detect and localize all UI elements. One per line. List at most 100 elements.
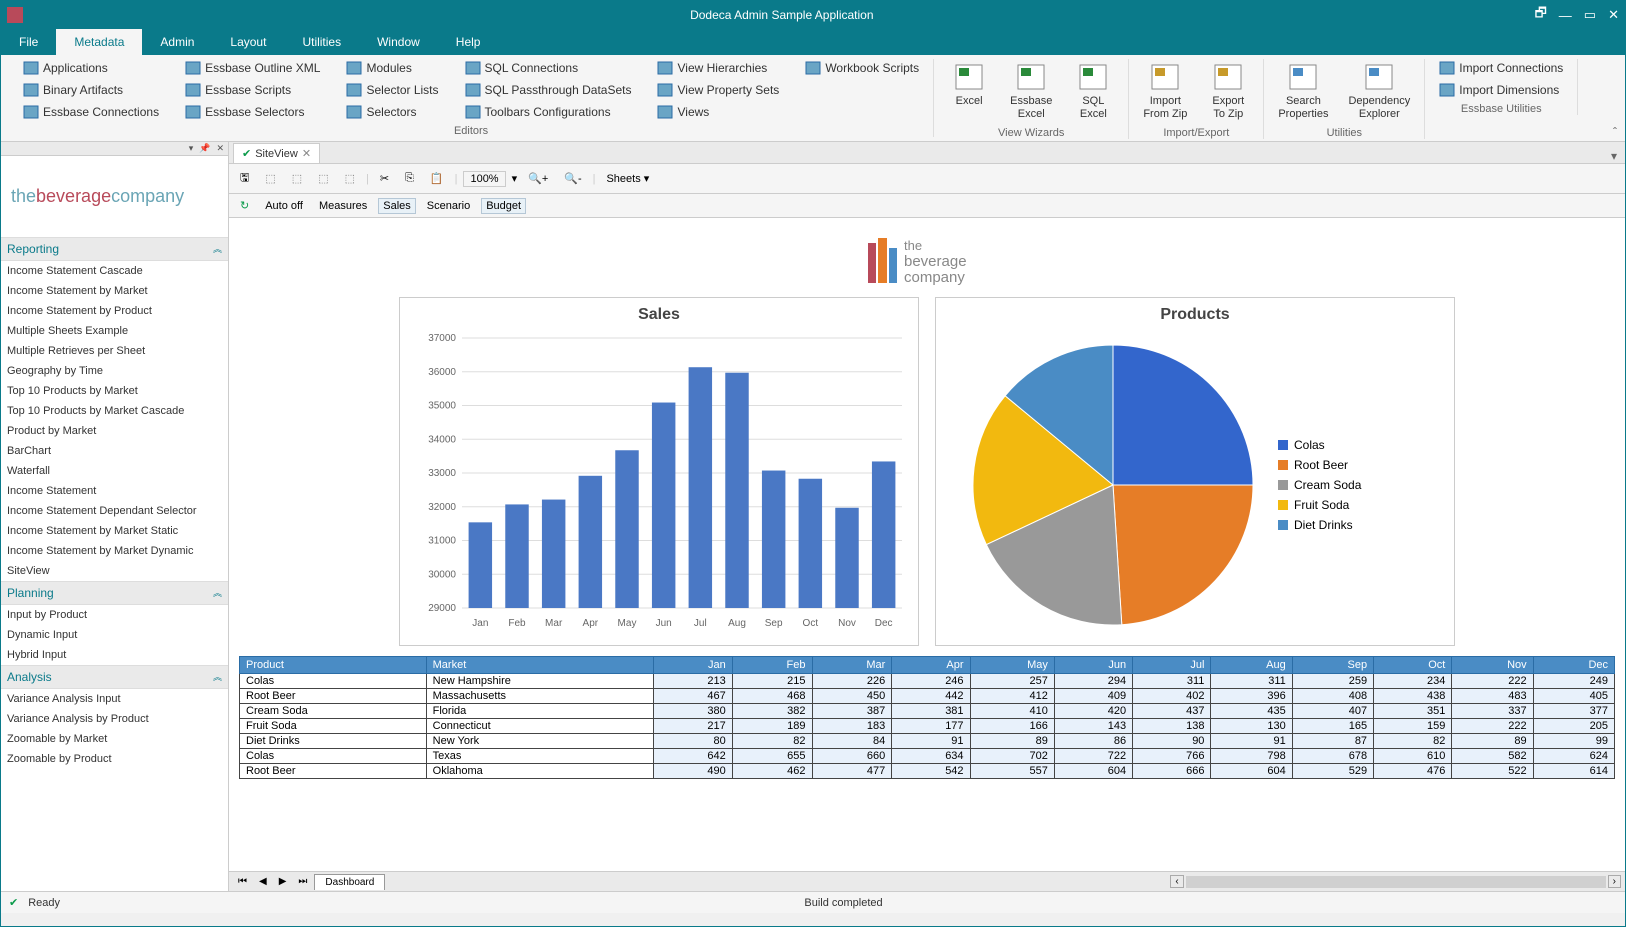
ribbon-big-export-to-zip[interactable]: ExportTo Zip	[1203, 59, 1253, 123]
ribbon-import-dimensions[interactable]: Import Dimensions	[1435, 81, 1567, 99]
tb-zoomin-icon[interactable]: 🔍+	[523, 170, 553, 187]
ribbon-big-search-properties[interactable]: SearchProperties	[1274, 59, 1332, 123]
sidebar-section-planning[interactable]: Planning︽	[1, 581, 228, 605]
ribbon-big-excel[interactable]: Excel	[944, 59, 994, 123]
tb-nav3-icon[interactable]: ⬚	[313, 170, 333, 187]
sheet-first-icon[interactable]: ⏮	[233, 874, 252, 889]
sidebar-item-variance-analysis-by-product[interactable]: Variance Analysis by Product	[1, 709, 228, 729]
sidebar-item-input-by-product[interactable]: Input by Product	[1, 605, 228, 625]
sidebar-pin-icon[interactable]: 📌	[199, 143, 210, 154]
table-row[interactable]: ColasNew Hampshire2132152262462572943113…	[240, 674, 1615, 689]
tabbar-menu-icon[interactable]: ▾	[1603, 149, 1625, 163]
menu-tab-metadata[interactable]: Metadata	[56, 29, 142, 55]
tb-zoom-drop-icon[interactable]: ▾	[512, 172, 518, 185]
sidebar-item-income-statement-by-market[interactable]: Income Statement by Market	[1, 281, 228, 301]
table-row[interactable]: Fruit SodaConnecticut2171891831771661431…	[240, 719, 1615, 734]
tb-nav1-icon[interactable]: ⬚	[260, 170, 280, 187]
tb-cut-icon[interactable]: ✂	[375, 170, 394, 187]
sidebar-item-geography-by-time[interactable]: Geography by Time	[1, 361, 228, 381]
ribbon-workbook-scripts[interactable]: Workbook Scripts	[801, 59, 923, 77]
menu-tab-file[interactable]: File	[1, 29, 56, 55]
table-row[interactable]: Root BeerOklahoma49046247754255760466660…	[240, 764, 1615, 779]
tb-nav2-icon[interactable]: ⬚	[287, 170, 307, 187]
ribbon-selector-lists[interactable]: Selector Lists	[342, 81, 442, 99]
sidebar-item-hybrid-input[interactable]: Hybrid Input	[1, 645, 228, 665]
menu-tab-layout[interactable]: Layout	[212, 29, 284, 55]
menu-tab-utilities[interactable]: Utilities	[284, 29, 359, 55]
sidebar-item-multiple-retrieves-per-sheet[interactable]: Multiple Retrieves per Sheet	[1, 341, 228, 361]
tb-refresh-icon[interactable]: ↻	[235, 197, 254, 214]
sidebar-close-icon[interactable]: ✕	[216, 143, 224, 154]
sidebar-section-reporting[interactable]: Reporting︽	[1, 237, 228, 261]
sidebar-item-income-statement-by-market-static[interactable]: Income Statement by Market Static	[1, 521, 228, 541]
ribbon-toolbars-configurations[interactable]: Toolbars Configurations	[461, 103, 636, 121]
sidebar-item-dynamic-input[interactable]: Dynamic Input	[1, 625, 228, 645]
sidebar-item-siteview[interactable]: SiteView	[1, 561, 228, 581]
ribbon-views[interactable]: Views	[653, 103, 783, 121]
sidebar-item-income-statement[interactable]: Income Statement	[1, 481, 228, 501]
hscroll-right-icon[interactable]: ›	[1608, 875, 1621, 888]
content-area[interactable]: the beverage company Sales 2900030000310…	[229, 218, 1625, 871]
ribbon-view-hierarchies[interactable]: View Hierarchies	[653, 59, 783, 77]
tb-zoomout-icon[interactable]: 🔍-	[559, 170, 586, 187]
sheet-prev-icon[interactable]: ◀	[254, 874, 272, 889]
sidebar-item-income-statement-cascade[interactable]: Income Statement Cascade	[1, 261, 228, 281]
sidebar-section-analysis[interactable]: Analysis︽	[1, 665, 228, 689]
tab-siteview[interactable]: ✔ SiteView ✕	[233, 143, 320, 163]
sidebar-item-zoomable-by-product[interactable]: Zoomable by Product	[1, 749, 228, 769]
ribbon-applications[interactable]: Applications	[19, 59, 163, 77]
ribbon-import-connections[interactable]: Import Connections	[1435, 59, 1567, 77]
ribbon-big-sql-excel[interactable]: SQLExcel	[1068, 59, 1118, 123]
ribbon-selectors[interactable]: Selectors	[342, 103, 442, 121]
sidebar-item-waterfall[interactable]: Waterfall	[1, 461, 228, 481]
table-row[interactable]: Root BeerMassachusetts467468450442412409…	[240, 689, 1615, 704]
minimize-icon[interactable]: —	[1559, 8, 1572, 23]
sidebar-item-product-by-market[interactable]: Product by Market	[1, 421, 228, 441]
ribbon-essbase-outline-xml[interactable]: Essbase Outline XML	[181, 59, 324, 77]
hscroll-left-icon[interactable]: ‹	[1170, 875, 1183, 888]
sidebar-item-income-statement-dependant-selector[interactable]: Income Statement Dependant Selector	[1, 501, 228, 521]
tb-sheets-dropdown[interactable]: Sheets ▾	[601, 170, 654, 187]
tb-auto-toggle[interactable]: Auto off	[260, 198, 308, 214]
tb-paste-icon[interactable]: 📋	[425, 170, 449, 187]
table-row[interactable]: Cream SodaFlorida38038238738141042043743…	[240, 704, 1615, 719]
sidebar-item-income-statement-by-product[interactable]: Income Statement by Product	[1, 301, 228, 321]
ribbon-essbase-scripts[interactable]: Essbase Scripts	[181, 81, 324, 99]
ribbon-big-dependency-explorer[interactable]: DependencyExplorer	[1344, 59, 1414, 123]
ribbon-essbase-connections[interactable]: Essbase Connections	[19, 103, 163, 121]
ribbon-view-property-sets[interactable]: View Property Sets	[653, 81, 783, 99]
menu-tab-admin[interactable]: Admin	[142, 29, 212, 55]
tb-save-icon[interactable]: 🖫	[235, 167, 254, 190]
ribbon-big-import-from-zip[interactable]: ImportFrom Zip	[1139, 59, 1191, 123]
restore-down-icon[interactable]: 🗗	[1535, 4, 1547, 26]
tb-scenario[interactable]: Scenario	[422, 198, 475, 214]
tab-close-icon[interactable]: ✕	[302, 147, 311, 160]
sidebar-item-barchart[interactable]: BarChart	[1, 441, 228, 461]
ribbon-binary-artifacts[interactable]: Binary Artifacts	[19, 81, 163, 99]
tb-zoom-value[interactable]: 100%	[463, 171, 505, 187]
close-icon[interactable]: ✕	[1608, 7, 1619, 23]
tb-measures[interactable]: Measures	[314, 198, 372, 214]
ribbon-modules[interactable]: Modules	[342, 59, 442, 77]
tb-budget[interactable]: Budget	[481, 198, 526, 214]
sidebar-item-top-10-products-by-market-cascade[interactable]: Top 10 Products by Market Cascade	[1, 401, 228, 421]
table-row[interactable]: ColasTexas642655660634702722766798678610…	[240, 749, 1615, 764]
maximize-icon[interactable]: ▭	[1584, 7, 1596, 23]
ribbon-sql-passthrough-datasets[interactable]: SQL Passthrough DataSets	[461, 81, 636, 99]
sidebar-item-variance-analysis-input[interactable]: Variance Analysis Input	[1, 689, 228, 709]
menu-tab-window[interactable]: Window	[359, 29, 438, 55]
tb-copy-icon[interactable]: ⎘	[400, 170, 419, 187]
sheet-last-icon[interactable]: ⏭	[293, 874, 312, 889]
table-row[interactable]: Diet DrinksNew York808284918986909187828…	[240, 734, 1615, 749]
sidebar-dropdown-icon[interactable]: ▾	[189, 143, 194, 154]
ribbon-sql-connections[interactable]: SQL Connections	[461, 59, 636, 77]
sheet-next-icon[interactable]: ▶	[274, 874, 292, 889]
ribbon-big-essbase-excel[interactable]: EssbaseExcel	[1006, 59, 1056, 123]
sidebar-item-zoomable-by-market[interactable]: Zoomable by Market	[1, 729, 228, 749]
ribbon-collapse-icon[interactable]: ˆ	[1613, 125, 1617, 139]
sidebar-item-top-10-products-by-market[interactable]: Top 10 Products by Market	[1, 381, 228, 401]
tb-sales[interactable]: Sales	[378, 198, 416, 214]
sidebar-item-income-statement-by-market-dynamic[interactable]: Income Statement by Market Dynamic	[1, 541, 228, 561]
sheet-tab-dashboard[interactable]: Dashboard	[314, 874, 385, 890]
tb-nav4-icon[interactable]: ⬚	[340, 170, 360, 187]
